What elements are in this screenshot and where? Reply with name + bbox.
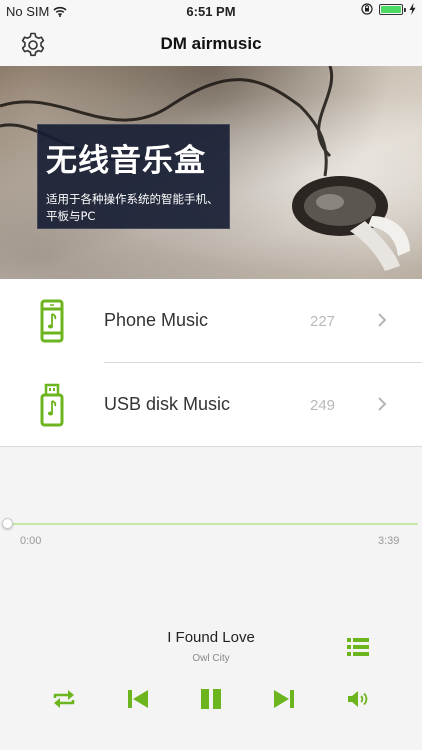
- status-right: [361, 3, 416, 15]
- list-item-label: USB disk Music: [104, 394, 231, 414]
- banner-subtitle-line1: 适用于各种操作系统的智能手机、: [46, 192, 219, 206]
- playlist-icon[interactable]: [347, 636, 369, 658]
- progress-thumb[interactable]: [2, 518, 13, 529]
- list-item-count: 227: [310, 313, 336, 330]
- repeat-icon[interactable]: [53, 687, 75, 711]
- list-item-phone-music[interactable]: Phone Music 227: [0, 279, 422, 362]
- volume-icon[interactable]: [347, 687, 371, 711]
- list-item-count: 249: [310, 397, 336, 414]
- page-title: DM airmusic: [160, 34, 262, 53]
- usb-disk-icon: [40, 383, 64, 427]
- elapsed-time: 0:00: [20, 535, 42, 547]
- chevron-right-icon: [378, 397, 387, 411]
- charging-icon: [409, 3, 416, 15]
- banner-subtitle-line2: 平板与PC: [46, 209, 96, 223]
- banner-caption-box: 无线音乐盒 适用于各种操作系统的智能手机、 平板与PC: [37, 124, 230, 229]
- list-divider: [104, 362, 422, 363]
- banner-headline: 无线音乐盒: [46, 143, 206, 179]
- previous-track-icon[interactable]: [127, 687, 149, 711]
- status-time: 6:51 PM: [186, 4, 236, 19]
- total-time: 3:39: [378, 535, 400, 547]
- list-item-label: Phone Music: [104, 310, 209, 330]
- nav-bar: DM airmusic: [0, 22, 422, 67]
- chevron-right-icon: [378, 313, 387, 327]
- next-track-icon[interactable]: [273, 687, 295, 711]
- status-bar: No SIM 6:51 PM: [0, 0, 422, 22]
- orientation-lock-icon: [361, 3, 373, 15]
- music-source-list: Phone Music 227 USB disk Music 249: [0, 279, 422, 447]
- progress-track[interactable]: [8, 523, 418, 525]
- phone-music-icon: [40, 299, 64, 343]
- pause-icon[interactable]: [200, 687, 222, 711]
- banner-image: 无线音乐盒 适用于各种操作系统的智能手机、 平板与PC: [0, 66, 422, 279]
- list-item-usb-disk-music[interactable]: USB disk Music 249: [0, 363, 422, 446]
- battery-icon: [379, 3, 406, 15]
